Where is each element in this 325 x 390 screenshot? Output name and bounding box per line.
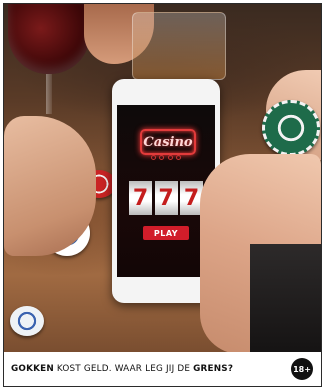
dot-icon xyxy=(175,155,181,160)
decorative-dots xyxy=(151,155,181,161)
green-chip xyxy=(262,100,320,156)
slot-reel-1: 7 xyxy=(129,181,152,215)
dot-icon xyxy=(159,155,165,160)
casino-neon-sign: Casino xyxy=(140,129,196,155)
dot-icon xyxy=(167,155,173,160)
wine-glass xyxy=(8,4,90,74)
wine-glass-stem xyxy=(46,74,52,114)
whisky-glass xyxy=(132,12,226,80)
age-restriction-badge: 18+ xyxy=(291,358,313,380)
casino-logo-text: Casino xyxy=(143,134,193,150)
slot-reel-2: 7 xyxy=(154,181,178,215)
slogan-bold-end: GRENS xyxy=(193,364,228,374)
casino-photo: Casino 7 7 7 PLAY xyxy=(4,4,321,352)
ad-frame: Casino 7 7 7 PLAY GOKKEN KOST GELD. WAAR… xyxy=(3,3,322,387)
dot-icon xyxy=(151,155,156,160)
slogan-question-mark: ? xyxy=(227,364,234,374)
slot-reels: 7 7 7 xyxy=(129,181,203,215)
slogan-bold-start: GOKKEN xyxy=(11,364,54,374)
footer-banner: GOKKEN KOST GELD. WAAR LEG JIJ DE GRENS?… xyxy=(4,352,321,386)
dark-sleeve xyxy=(250,244,321,352)
slogan-middle: KOST GELD. WAAR LEG JIJ DE xyxy=(53,364,194,374)
play-button[interactable]: PLAY xyxy=(143,226,189,240)
slogan: GOKKEN KOST GELD. WAAR LEG JIJ DE GRENS? xyxy=(11,364,233,374)
blue-chip xyxy=(10,306,44,336)
